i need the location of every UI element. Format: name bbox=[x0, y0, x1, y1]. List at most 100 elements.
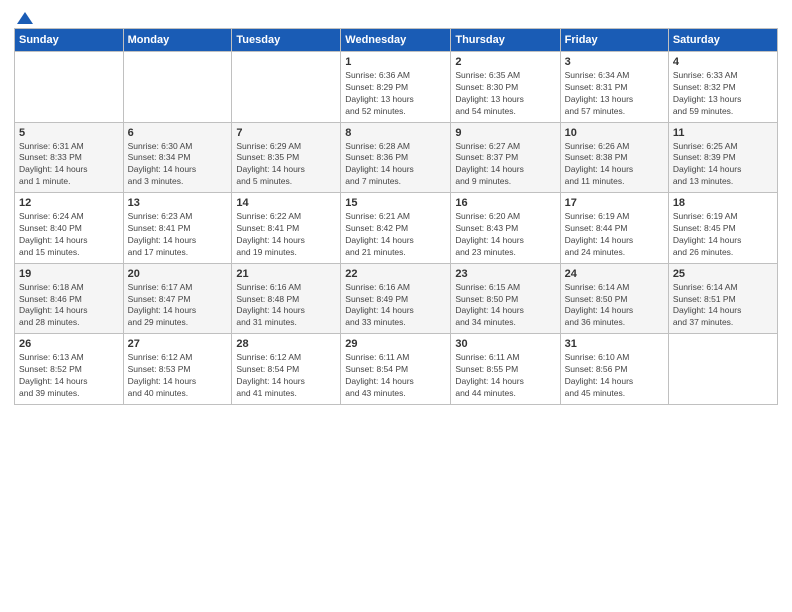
day-info: Sunrise: 6:22 AM Sunset: 8:41 PM Dayligh… bbox=[236, 211, 336, 259]
day-info: Sunrise: 6:12 AM Sunset: 8:54 PM Dayligh… bbox=[236, 352, 336, 400]
day-number: 24 bbox=[565, 268, 664, 280]
calendar-week-row: 12Sunrise: 6:24 AM Sunset: 8:40 PM Dayli… bbox=[15, 193, 778, 264]
calendar-cell: 12Sunrise: 6:24 AM Sunset: 8:40 PM Dayli… bbox=[15, 193, 124, 264]
calendar-header-row: SundayMondayTuesdayWednesdayThursdayFrid… bbox=[15, 29, 778, 52]
calendar-cell bbox=[15, 52, 124, 123]
weekday-header: Monday bbox=[123, 29, 232, 52]
calendar-cell: 24 Sunrise: 6:14 AM Sunset: 8:50 PM Dayli… bbox=[560, 263, 668, 334]
logo bbox=[14, 10, 35, 22]
weekday-header: Friday bbox=[560, 29, 668, 52]
day-number: 8 bbox=[345, 127, 446, 139]
day-number: 16 bbox=[455, 197, 555, 209]
calendar-cell: 17Sunrise: 6:19 AM Sunset: 8:44 PM Dayli… bbox=[560, 193, 668, 264]
calendar-cell: 7Sunrise: 6:29 AM Sunset: 8:35 PM Daylig… bbox=[232, 122, 341, 193]
day-info: Sunrise: 6:24 AM Sunset: 8:40 PM Dayligh… bbox=[19, 211, 119, 259]
day-number: 4 bbox=[673, 56, 773, 68]
day-number: 5 bbox=[19, 127, 119, 139]
day-number: 21 bbox=[236, 268, 336, 280]
day-number: 18 bbox=[673, 197, 773, 209]
calendar-cell: 1 Sunrise: 6:36 AM Sunset: 8:29 PM Daylig… bbox=[341, 52, 451, 123]
day-number: 29 bbox=[345, 338, 446, 350]
day-number: 23 bbox=[455, 268, 555, 280]
day-number: 30 bbox=[455, 338, 555, 350]
day-info: Sunrise: 6:30 AM Sunset: 8:34 PM Dayligh… bbox=[128, 141, 228, 189]
calendar-cell: 22 Sunrise: 6:16 AM Sunset: 8:49 PM Dayli… bbox=[341, 263, 451, 334]
day-info: Sunrise: 6:17 AM Sunset: 8:47 PM Dayligh… bbox=[128, 282, 228, 330]
day-info: Sunrise: 6:26 AM Sunset: 8:38 PM Dayligh… bbox=[565, 141, 664, 189]
calendar-cell: 13 Sunrise: 6:23 AM Sunset: 8:41 PM Dayli… bbox=[123, 193, 232, 264]
day-info: Sunrise: 6:35 AM Sunset: 8:30 PM Dayligh… bbox=[455, 70, 555, 118]
day-info: Sunrise: 6:13 AM Sunset: 8:52 PM Dayligh… bbox=[19, 352, 119, 400]
day-info: Sunrise: 6:14 AM Sunset: 8:51 PM Dayligh… bbox=[673, 282, 773, 330]
calendar-cell: 10 Sunrise: 6:26 AM Sunset: 8:38 PM Dayli… bbox=[560, 122, 668, 193]
day-number: 13 bbox=[128, 197, 228, 209]
calendar-cell: 2 Sunrise: 6:35 AM Sunset: 8:30 PM Daylig… bbox=[451, 52, 560, 123]
day-info: Sunrise: 6:14 AM Sunset: 8:50 PM Dayligh… bbox=[565, 282, 664, 330]
day-number: 20 bbox=[128, 268, 228, 280]
day-info: Sunrise: 6:18 AM Sunset: 8:46 PM Dayligh… bbox=[19, 282, 119, 330]
day-number: 3 bbox=[565, 56, 664, 68]
day-number: 25 bbox=[673, 268, 773, 280]
header bbox=[14, 10, 778, 22]
day-number: 10 bbox=[565, 127, 664, 139]
day-info: Sunrise: 6:29 AM Sunset: 8:35 PM Dayligh… bbox=[236, 141, 336, 189]
day-number: 19 bbox=[19, 268, 119, 280]
calendar-cell: 9 Sunrise: 6:27 AM Sunset: 8:37 PM Daylig… bbox=[451, 122, 560, 193]
calendar-cell bbox=[232, 52, 341, 123]
calendar-cell: 6 Sunrise: 6:30 AM Sunset: 8:34 PM Daylig… bbox=[123, 122, 232, 193]
day-number: 27 bbox=[128, 338, 228, 350]
weekday-header: Sunday bbox=[15, 29, 124, 52]
day-number: 17 bbox=[565, 197, 664, 209]
day-info: Sunrise: 6:16 AM Sunset: 8:49 PM Dayligh… bbox=[345, 282, 446, 330]
page-container: SundayMondayTuesdayWednesdayThursdayFrid… bbox=[0, 0, 792, 612]
calendar-cell: 19 Sunrise: 6:18 AM Sunset: 8:46 PM Dayli… bbox=[15, 263, 124, 334]
weekday-header: Wednesday bbox=[341, 29, 451, 52]
day-number: 6 bbox=[128, 127, 228, 139]
weekday-header: Saturday bbox=[668, 29, 777, 52]
calendar-cell: 14 Sunrise: 6:22 AM Sunset: 8:41 PM Dayli… bbox=[232, 193, 341, 264]
day-info: Sunrise: 6:36 AM Sunset: 8:29 PM Dayligh… bbox=[345, 70, 446, 118]
calendar-cell: 28Sunrise: 6:12 AM Sunset: 8:54 PM Dayli… bbox=[232, 334, 341, 405]
calendar-table: SundayMondayTuesdayWednesdayThursdayFrid… bbox=[14, 28, 778, 405]
logo-icon bbox=[15, 10, 35, 26]
day-info: Sunrise: 6:33 AM Sunset: 8:32 PM Dayligh… bbox=[673, 70, 773, 118]
day-info: Sunrise: 6:16 AM Sunset: 8:48 PM Dayligh… bbox=[236, 282, 336, 330]
day-info: Sunrise: 6:19 AM Sunset: 8:45 PM Dayligh… bbox=[673, 211, 773, 259]
day-number: 2 bbox=[455, 56, 555, 68]
day-number: 14 bbox=[236, 197, 336, 209]
day-number: 31 bbox=[565, 338, 664, 350]
day-info: Sunrise: 6:11 AM Sunset: 8:54 PM Dayligh… bbox=[345, 352, 446, 400]
calendar-cell: 31Sunrise: 6:10 AM Sunset: 8:56 PM Dayli… bbox=[560, 334, 668, 405]
day-info: Sunrise: 6:31 AM Sunset: 8:33 PM Dayligh… bbox=[19, 141, 119, 189]
calendar-cell: 23Sunrise: 6:15 AM Sunset: 8:50 PM Dayli… bbox=[451, 263, 560, 334]
calendar-cell: 11 Sunrise: 6:25 AM Sunset: 8:39 PM Dayli… bbox=[668, 122, 777, 193]
calendar-cell bbox=[123, 52, 232, 123]
weekday-header: Thursday bbox=[451, 29, 560, 52]
day-info: Sunrise: 6:25 AM Sunset: 8:39 PM Dayligh… bbox=[673, 141, 773, 189]
calendar-cell bbox=[668, 334, 777, 405]
day-number: 15 bbox=[345, 197, 446, 209]
calendar-cell: 15 Sunrise: 6:21 AM Sunset: 8:42 PM Dayli… bbox=[341, 193, 451, 264]
calendar-cell: 3Sunrise: 6:34 AM Sunset: 8:31 PM Daylig… bbox=[560, 52, 668, 123]
day-number: 11 bbox=[673, 127, 773, 139]
calendar-cell: 26Sunrise: 6:13 AM Sunset: 8:52 PM Dayli… bbox=[15, 334, 124, 405]
day-number: 9 bbox=[455, 127, 555, 139]
calendar-cell: 20 Sunrise: 6:17 AM Sunset: 8:47 PM Dayli… bbox=[123, 263, 232, 334]
calendar-week-row: 19 Sunrise: 6:18 AM Sunset: 8:46 PM Dayli… bbox=[15, 263, 778, 334]
weekday-header: Tuesday bbox=[232, 29, 341, 52]
day-info: Sunrise: 6:21 AM Sunset: 8:42 PM Dayligh… bbox=[345, 211, 446, 259]
calendar-cell: 27Sunrise: 6:12 AM Sunset: 8:53 PM Dayli… bbox=[123, 334, 232, 405]
day-info: Sunrise: 6:28 AM Sunset: 8:36 PM Dayligh… bbox=[345, 141, 446, 189]
day-info: Sunrise: 6:23 AM Sunset: 8:41 PM Dayligh… bbox=[128, 211, 228, 259]
day-number: 1 bbox=[345, 56, 446, 68]
day-info: Sunrise: 6:27 AM Sunset: 8:37 PM Dayligh… bbox=[455, 141, 555, 189]
calendar-cell: 8 Sunrise: 6:28 AM Sunset: 8:36 PM Daylig… bbox=[341, 122, 451, 193]
calendar-cell: 29 Sunrise: 6:11 AM Sunset: 8:54 PM Dayli… bbox=[341, 334, 451, 405]
calendar-week-row: 26Sunrise: 6:13 AM Sunset: 8:52 PM Dayli… bbox=[15, 334, 778, 405]
calendar-week-row: 5 Sunrise: 6:31 AM Sunset: 8:33 PM Daylig… bbox=[15, 122, 778, 193]
calendar-cell: 16 Sunrise: 6:20 AM Sunset: 8:43 PM Dayli… bbox=[451, 193, 560, 264]
day-number: 22 bbox=[345, 268, 446, 280]
calendar-cell: 21 Sunrise: 6:16 AM Sunset: 8:48 PM Dayli… bbox=[232, 263, 341, 334]
day-info: Sunrise: 6:20 AM Sunset: 8:43 PM Dayligh… bbox=[455, 211, 555, 259]
calendar-cell: 4 Sunrise: 6:33 AM Sunset: 8:32 PM Daylig… bbox=[668, 52, 777, 123]
